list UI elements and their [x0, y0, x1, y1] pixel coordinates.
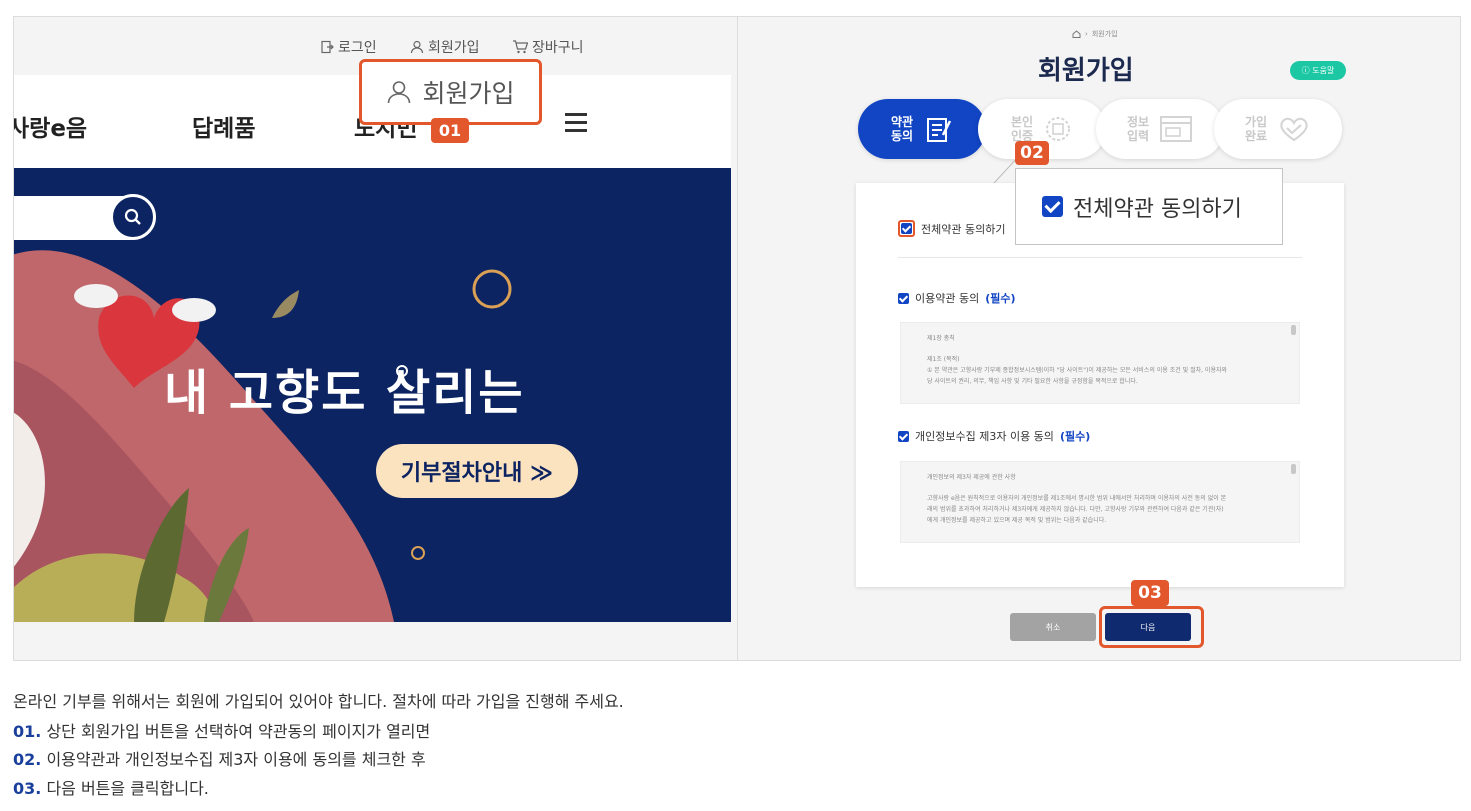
step-terms: 약관 동의: [858, 99, 986, 159]
cart-link[interactable]: 장바구니: [512, 37, 584, 57]
nav-item-gifts[interactable]: 답례품: [192, 109, 255, 143]
terms1-checkbox[interactable]: 이용약관 동의 (필수): [898, 290, 1016, 306]
signup-link[interactable]: 회원가입: [410, 37, 480, 57]
description-step-2: 02. 이용약관과 개인정보수집 제3자 이용에 동의를 체크한 후: [13, 750, 426, 769]
agree-all-label: 전체약관 동의하기: [921, 222, 1006, 236]
cancel-button[interactable]: 취소: [1010, 613, 1096, 641]
step-info: 정보 입력: [1096, 99, 1224, 159]
form-input-icon: [1160, 116, 1193, 142]
signup-callout: 회원가입: [359, 59, 542, 125]
search-button[interactable]: [110, 194, 156, 240]
breadcrumb: › 회원가입: [1072, 29, 1118, 39]
user-icon: [410, 40, 424, 54]
login-icon: [321, 40, 334, 54]
terms2-textbox[interactable]: 개인정보의 제3자 제공에 관한 사항 고향사랑 e음은 원칙적으로 이용자의 …: [900, 461, 1300, 543]
cart-icon: [513, 40, 528, 54]
description-step-3: 03. 다음 버튼을 클릭합니다.: [13, 779, 209, 798]
scrollbar[interactable]: [1291, 325, 1296, 335]
login-link[interactable]: 로그인: [320, 37, 377, 57]
terms1-textbox[interactable]: 제1장 총칙 제1조 (목적) ① 본 약관은 고향사랑 기부제 종합정보시스템…: [900, 322, 1300, 404]
homepage-panel: 로그인 회원가입 장바구니 사랑e음 답례품 도시민 내 고향도 살리는 기부절…: [14, 17, 731, 660]
checkbox-checked-icon: [1042, 196, 1063, 217]
step-badge-01: 01: [431, 118, 469, 143]
checkbox-checked-icon: [898, 430, 909, 442]
hero-banner: 내 고향도 살리는 기부절차안내 ≫: [14, 168, 731, 622]
badge-verify-icon: [1046, 117, 1071, 141]
nav-item-sarang[interactable]: 사랑e음: [14, 109, 87, 143]
heart-hands-icon: [1280, 117, 1308, 142]
info-icon: ⓘ: [1301, 66, 1313, 75]
checkbox-checked-icon: [898, 292, 909, 304]
breadcrumb-current: 회원가입: [1091, 30, 1118, 38]
description-intro: 온라인 기부를 위해서는 회원에 가입되어 있어야 합니다. 절차에 따라 가입…: [13, 692, 624, 711]
search-icon: [124, 208, 141, 225]
hero-title: 내 고향도 살리는: [164, 365, 525, 421]
signup-page-panel: › 회원가입 회원가입 ⓘ 도움말 약관 동의 본인 인증 정보 입력 가입 완료 전체: [738, 17, 1460, 660]
separator: [898, 257, 1302, 258]
donation-guide-button[interactable]: 기부절차안내 ≫: [376, 444, 578, 498]
description-step-1: 01. 상단 회원가입 버튼을 선택하여 약관동의 페이지가 열리면: [13, 722, 431, 741]
step-badge-02: 02: [1015, 141, 1049, 165]
menu-icon[interactable]: [565, 113, 587, 137]
scrollbar[interactable]: [1291, 464, 1296, 474]
document-sign-icon: [927, 118, 952, 142]
page-title: 회원가입: [1038, 56, 1134, 86]
step-complete: 가입 완료: [1214, 99, 1342, 159]
next-button[interactable]: 다음: [1105, 613, 1191, 641]
checkbox-checked-icon: [901, 223, 912, 234]
terms2-checkbox[interactable]: 개인정보수집 제3자 이용 동의 (필수): [898, 428, 1090, 444]
user-icon: [388, 81, 411, 104]
agree-all-callout: 전체약관 동의하기: [1015, 168, 1283, 245]
home-icon[interactable]: [1072, 30, 1081, 38]
screenshot-frame: 로그인 회원가입 장바구니 사랑e음 답례품 도시민 내 고향도 살리는 기부절…: [13, 16, 1461, 661]
agree-all-callout-label: 전체약관 동의하기: [1073, 196, 1242, 222]
agree-all-checkbox[interactable]: 전체약관 동의하기: [898, 220, 1005, 237]
step-badge-03: 03: [1131, 580, 1169, 606]
signup-callout-label: 회원가입: [422, 79, 515, 108]
help-button[interactable]: ⓘ 도움말: [1290, 61, 1346, 80]
